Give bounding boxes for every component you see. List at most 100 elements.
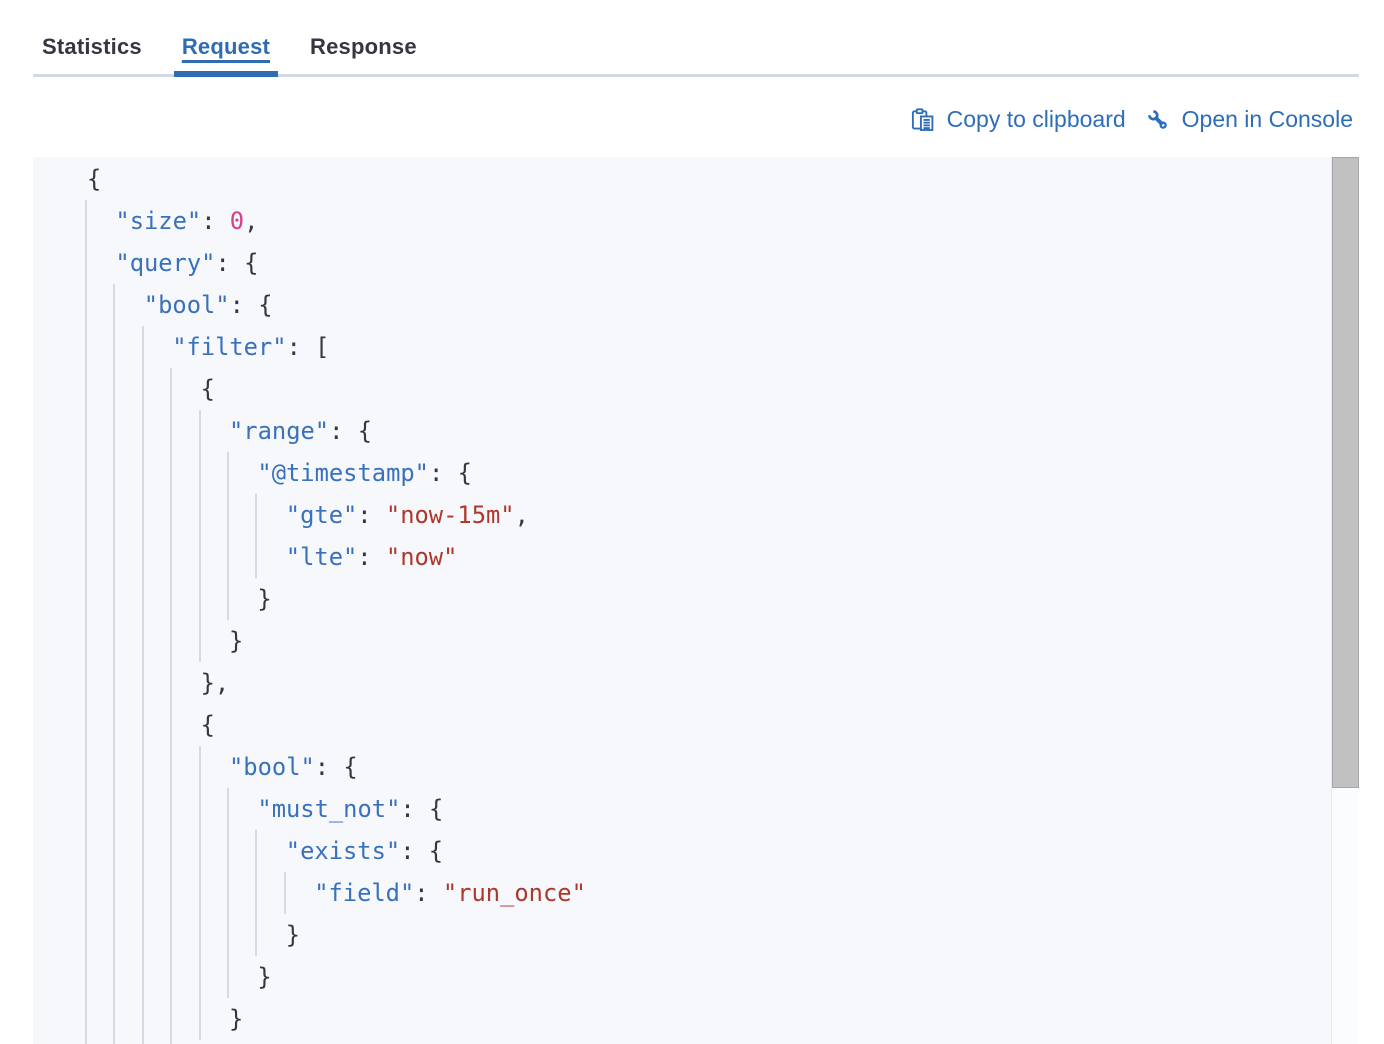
code-line: } — [85, 998, 1359, 1040]
indent-guide — [85, 410, 87, 452]
indent-guide — [113, 998, 115, 1040]
scrollbar-thumb[interactable] — [1332, 157, 1359, 788]
indent-guide — [170, 368, 172, 410]
indent-guide — [255, 494, 257, 536]
indent-guide — [142, 326, 144, 368]
indent-guide — [170, 494, 172, 536]
indent-guide — [113, 578, 115, 620]
indent-guide — [142, 704, 144, 746]
code-line: "@timestamp": { — [85, 452, 1359, 494]
indent-guide — [170, 620, 172, 662]
indent-guide — [199, 410, 201, 452]
indent-guide — [85, 1040, 87, 1044]
code-line: "gte": "now-15m", — [85, 494, 1359, 536]
tab-request[interactable]: Request — [174, 8, 278, 74]
indent-guide — [170, 536, 172, 578]
indent-guide — [142, 746, 144, 788]
indent-guide — [170, 662, 172, 704]
code-line: } — [85, 620, 1359, 662]
indent-guide — [199, 746, 201, 788]
open-in-console-button[interactable]: Open in Console — [1146, 106, 1353, 133]
code-line: "size": 0, — [85, 200, 1359, 242]
indent-guide — [113, 746, 115, 788]
indent-guide — [113, 956, 115, 998]
indent-guide — [199, 452, 201, 494]
indent-guide — [170, 452, 172, 494]
indent-guide — [113, 410, 115, 452]
indent-guide — [85, 368, 87, 410]
indent-guide — [199, 536, 201, 578]
indent-guide — [142, 914, 144, 956]
indent-guide — [85, 620, 87, 662]
indent-guide — [85, 494, 87, 536]
indent-guide — [170, 1040, 172, 1044]
indent-guide — [85, 872, 87, 914]
indent-guide — [113, 452, 115, 494]
indent-guide — [142, 998, 144, 1040]
code-line: "exists": { — [85, 830, 1359, 872]
indent-guide — [113, 284, 115, 326]
indent-guide — [227, 452, 229, 494]
indent-guide — [142, 452, 144, 494]
inspector-tab-bar: Statistics Request Response — [33, 0, 1359, 77]
indent-guide — [199, 578, 201, 620]
indent-guide — [227, 536, 229, 578]
code-line: "range": { — [85, 410, 1359, 452]
code-line: "bool": { — [85, 746, 1359, 788]
indent-guide — [85, 452, 87, 494]
indent-guide — [113, 704, 115, 746]
indent-guide — [255, 830, 257, 872]
code-line: "filter": [ — [85, 326, 1359, 368]
indent-guide — [170, 956, 172, 998]
indent-guide — [170, 746, 172, 788]
indent-guide — [227, 578, 229, 620]
indent-guide — [227, 788, 229, 830]
indent-guide — [170, 410, 172, 452]
open-in-console-label: Open in Console — [1182, 106, 1353, 133]
indent-guide — [227, 494, 229, 536]
indent-guide — [85, 914, 87, 956]
code-line: { — [85, 704, 1359, 746]
indent-guide — [199, 494, 201, 536]
indent-guide — [142, 410, 144, 452]
code-line: { — [85, 368, 1359, 410]
indent-guide — [85, 998, 87, 1040]
code-line: } — [85, 1040, 1359, 1044]
indent-guide — [284, 872, 286, 914]
indent-guide — [142, 956, 144, 998]
indent-guide — [199, 830, 201, 872]
indent-guide — [227, 872, 229, 914]
indent-guide — [170, 578, 172, 620]
code-line: } — [85, 956, 1359, 998]
tab-statistics[interactable]: Statistics — [34, 8, 150, 74]
indent-guide — [113, 620, 115, 662]
indent-guide — [227, 956, 229, 998]
indent-guide — [142, 830, 144, 872]
indent-guide — [113, 1040, 115, 1044]
indent-guide — [85, 746, 87, 788]
code-line: }, — [85, 662, 1359, 704]
code-line: "lte": "now" — [85, 536, 1359, 578]
indent-guide — [113, 536, 115, 578]
code-line: } — [85, 578, 1359, 620]
indent-guide — [113, 662, 115, 704]
indent-guide — [170, 914, 172, 956]
indent-guide — [170, 998, 172, 1040]
copy-to-clipboard-button[interactable]: Copy to clipboard — [911, 106, 1126, 133]
indent-guide — [170, 872, 172, 914]
scrollbar-track[interactable] — [1331, 157, 1359, 1044]
indent-guide — [85, 242, 87, 284]
request-actions: Copy to clipboard Open in Console — [911, 100, 1353, 138]
code-lines: {"size": 0,"query": {"bool": {"filter": … — [85, 158, 1359, 1044]
indent-guide — [142, 788, 144, 830]
indent-guide — [199, 914, 201, 956]
indent-guide — [227, 914, 229, 956]
indent-guide — [85, 788, 87, 830]
indent-guide — [199, 788, 201, 830]
indent-guide — [199, 956, 201, 998]
tab-response[interactable]: Response — [302, 8, 425, 74]
indent-guide — [142, 872, 144, 914]
indent-guide — [255, 914, 257, 956]
copy-to-clipboard-label: Copy to clipboard — [947, 106, 1126, 133]
indent-guide — [142, 1040, 144, 1044]
